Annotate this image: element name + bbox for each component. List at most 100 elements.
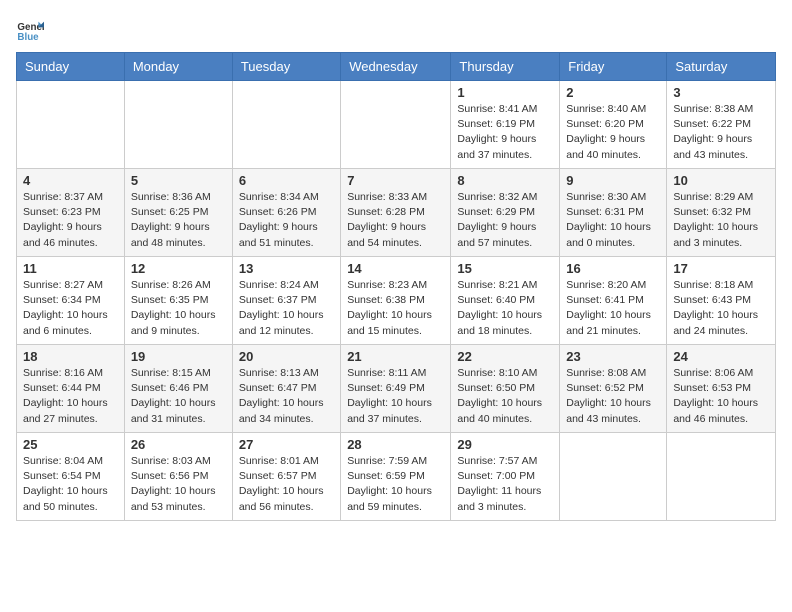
day-info: Sunrise: 8:34 AM Sunset: 6:26 PM Dayligh… [239, 190, 334, 251]
day-number: 16 [566, 261, 660, 276]
day-info: Sunrise: 8:10 AM Sunset: 6:50 PM Dayligh… [457, 366, 553, 427]
day-info: Sunrise: 8:18 AM Sunset: 6:43 PM Dayligh… [673, 278, 769, 339]
day-info: Sunrise: 8:37 AM Sunset: 6:23 PM Dayligh… [23, 190, 118, 251]
day-number: 14 [347, 261, 444, 276]
day-cell: 6 Sunrise: 8:34 AM Sunset: 6:26 PM Daylig… [232, 169, 340, 257]
day-info: Sunrise: 8:01 AM Sunset: 6:57 PM Dayligh… [239, 454, 334, 515]
day-cell: 25 Sunrise: 8:04 AM Sunset: 6:54 PM Dayli… [17, 433, 125, 521]
weekday-tuesday: Tuesday [232, 53, 340, 81]
day-info: Sunrise: 8:13 AM Sunset: 6:47 PM Dayligh… [239, 366, 334, 427]
week-row-5: 25 Sunrise: 8:04 AM Sunset: 6:54 PM Dayli… [17, 433, 776, 521]
day-cell: 24 Sunrise: 8:06 AM Sunset: 6:53 PM Dayli… [667, 345, 776, 433]
day-cell: 15 Sunrise: 8:21 AM Sunset: 6:40 PM Dayli… [451, 257, 560, 345]
day-info: Sunrise: 8:41 AM Sunset: 6:19 PM Dayligh… [457, 102, 553, 163]
day-number: 25 [23, 437, 118, 452]
svg-text:Blue: Blue [17, 32, 39, 43]
day-cell: 27Sunrise: 8:01 AM Sunset: 6:57 PM Dayli… [232, 433, 340, 521]
day-cell [124, 81, 232, 169]
day-cell: 28Sunrise: 7:59 AM Sunset: 6:59 PM Dayli… [341, 433, 451, 521]
day-cell: 2 Sunrise: 8:40 AM Sunset: 6:20 PM Daylig… [560, 81, 667, 169]
day-cell: 21 Sunrise: 8:11 AM Sunset: 6:49 PM Dayli… [341, 345, 451, 433]
weekday-header: SundayMondayTuesdayWednesdayThursdayFrid… [17, 53, 776, 81]
day-cell: 22 Sunrise: 8:10 AM Sunset: 6:50 PM Dayli… [451, 345, 560, 433]
day-cell: 12 Sunrise: 8:26 AM Sunset: 6:35 PM Dayli… [124, 257, 232, 345]
logo-icon: General Blue [16, 16, 44, 44]
day-cell: 17 Sunrise: 8:18 AM Sunset: 6:43 PM Dayli… [667, 257, 776, 345]
day-cell: 9 Sunrise: 8:30 AM Sunset: 6:31 PM Daylig… [560, 169, 667, 257]
day-info: Sunrise: 8:03 AM Sunset: 6:56 PM Dayligh… [131, 454, 226, 515]
day-info: Sunrise: 8:06 AM Sunset: 6:53 PM Dayligh… [673, 366, 769, 427]
day-number: 20 [239, 349, 334, 364]
day-info: Sunrise: 8:30 AM Sunset: 6:31 PM Dayligh… [566, 190, 660, 251]
day-cell: 3 Sunrise: 8:38 AM Sunset: 6:22 PM Daylig… [667, 81, 776, 169]
day-cell: 1 Sunrise: 8:41 AM Sunset: 6:19 PM Daylig… [451, 81, 560, 169]
day-number: 21 [347, 349, 444, 364]
day-number: 13 [239, 261, 334, 276]
day-cell [341, 81, 451, 169]
day-number: 24 [673, 349, 769, 364]
day-number: 11 [23, 261, 118, 276]
day-info: Sunrise: 8:15 AM Sunset: 6:46 PM Dayligh… [131, 366, 226, 427]
day-number: 29 [457, 437, 553, 452]
weekday-wednesday: Wednesday [341, 53, 451, 81]
day-info: Sunrise: 8:21 AM Sunset: 6:40 PM Dayligh… [457, 278, 553, 339]
day-cell [560, 433, 667, 521]
day-info: Sunrise: 8:23 AM Sunset: 6:38 PM Dayligh… [347, 278, 444, 339]
day-cell: 20 Sunrise: 8:13 AM Sunset: 6:47 PM Dayli… [232, 345, 340, 433]
day-info: Sunrise: 8:08 AM Sunset: 6:52 PM Dayligh… [566, 366, 660, 427]
weekday-saturday: Saturday [667, 53, 776, 81]
day-cell [17, 81, 125, 169]
day-info: Sunrise: 8:20 AM Sunset: 6:41 PM Dayligh… [566, 278, 660, 339]
day-number: 18 [23, 349, 118, 364]
day-cell: 4 Sunrise: 8:37 AM Sunset: 6:23 PM Daylig… [17, 169, 125, 257]
day-cell [232, 81, 340, 169]
day-cell: 8Sunrise: 8:32 AM Sunset: 6:29 PM Daylig… [451, 169, 560, 257]
header: General Blue [16, 16, 776, 44]
day-number: 15 [457, 261, 553, 276]
day-number: 17 [673, 261, 769, 276]
day-cell: 11 Sunrise: 8:27 AM Sunset: 6:34 PM Dayli… [17, 257, 125, 345]
day-cell: 26 Sunrise: 8:03 AM Sunset: 6:56 PM Dayli… [124, 433, 232, 521]
day-info: Sunrise: 8:26 AM Sunset: 6:35 PM Dayligh… [131, 278, 226, 339]
weekday-sunday: Sunday [17, 53, 125, 81]
day-number: 12 [131, 261, 226, 276]
day-cell: 16 Sunrise: 8:20 AM Sunset: 6:41 PM Dayli… [560, 257, 667, 345]
day-info: Sunrise: 8:32 AM Sunset: 6:29 PM Dayligh… [457, 190, 553, 251]
day-number: 26 [131, 437, 226, 452]
week-row-1: 1 Sunrise: 8:41 AM Sunset: 6:19 PM Daylig… [17, 81, 776, 169]
weekday-monday: Monday [124, 53, 232, 81]
calendar: SundayMondayTuesdayWednesdayThursdayFrid… [16, 52, 776, 521]
day-cell: 19 Sunrise: 8:15 AM Sunset: 6:46 PM Dayli… [124, 345, 232, 433]
day-cell: 29Sunrise: 7:57 AM Sunset: 7:00 PM Dayli… [451, 433, 560, 521]
week-row-4: 18 Sunrise: 8:16 AM Sunset: 6:44 PM Dayli… [17, 345, 776, 433]
day-cell: 13Sunrise: 8:24 AM Sunset: 6:37 PM Dayli… [232, 257, 340, 345]
day-cell: 14 Sunrise: 8:23 AM Sunset: 6:38 PM Dayli… [341, 257, 451, 345]
day-info: Sunrise: 8:40 AM Sunset: 6:20 PM Dayligh… [566, 102, 660, 163]
day-cell: 7 Sunrise: 8:33 AM Sunset: 6:28 PM Daylig… [341, 169, 451, 257]
day-number: 22 [457, 349, 553, 364]
day-number: 19 [131, 349, 226, 364]
day-info: Sunrise: 8:16 AM Sunset: 6:44 PM Dayligh… [23, 366, 118, 427]
day-number: 2 [566, 85, 660, 100]
day-cell: 23Sunrise: 8:08 AM Sunset: 6:52 PM Dayli… [560, 345, 667, 433]
day-info: Sunrise: 8:38 AM Sunset: 6:22 PM Dayligh… [673, 102, 769, 163]
day-info: Sunrise: 8:11 AM Sunset: 6:49 PM Dayligh… [347, 366, 444, 427]
day-info: Sunrise: 8:36 AM Sunset: 6:25 PM Dayligh… [131, 190, 226, 251]
day-number: 6 [239, 173, 334, 188]
day-number: 10 [673, 173, 769, 188]
day-number: 7 [347, 173, 444, 188]
day-info: Sunrise: 8:04 AM Sunset: 6:54 PM Dayligh… [23, 454, 118, 515]
day-number: 9 [566, 173, 660, 188]
weekday-friday: Friday [560, 53, 667, 81]
day-info: Sunrise: 7:59 AM Sunset: 6:59 PM Dayligh… [347, 454, 444, 515]
day-number: 4 [23, 173, 118, 188]
day-cell: 10Sunrise: 8:29 AM Sunset: 6:32 PM Dayli… [667, 169, 776, 257]
day-number: 1 [457, 85, 553, 100]
weekday-thursday: Thursday [451, 53, 560, 81]
day-number: 3 [673, 85, 769, 100]
day-cell: 5 Sunrise: 8:36 AM Sunset: 6:25 PM Daylig… [124, 169, 232, 257]
day-info: Sunrise: 8:27 AM Sunset: 6:34 PM Dayligh… [23, 278, 118, 339]
day-number: 5 [131, 173, 226, 188]
day-info: Sunrise: 8:33 AM Sunset: 6:28 PM Dayligh… [347, 190, 444, 251]
week-row-3: 11 Sunrise: 8:27 AM Sunset: 6:34 PM Dayli… [17, 257, 776, 345]
